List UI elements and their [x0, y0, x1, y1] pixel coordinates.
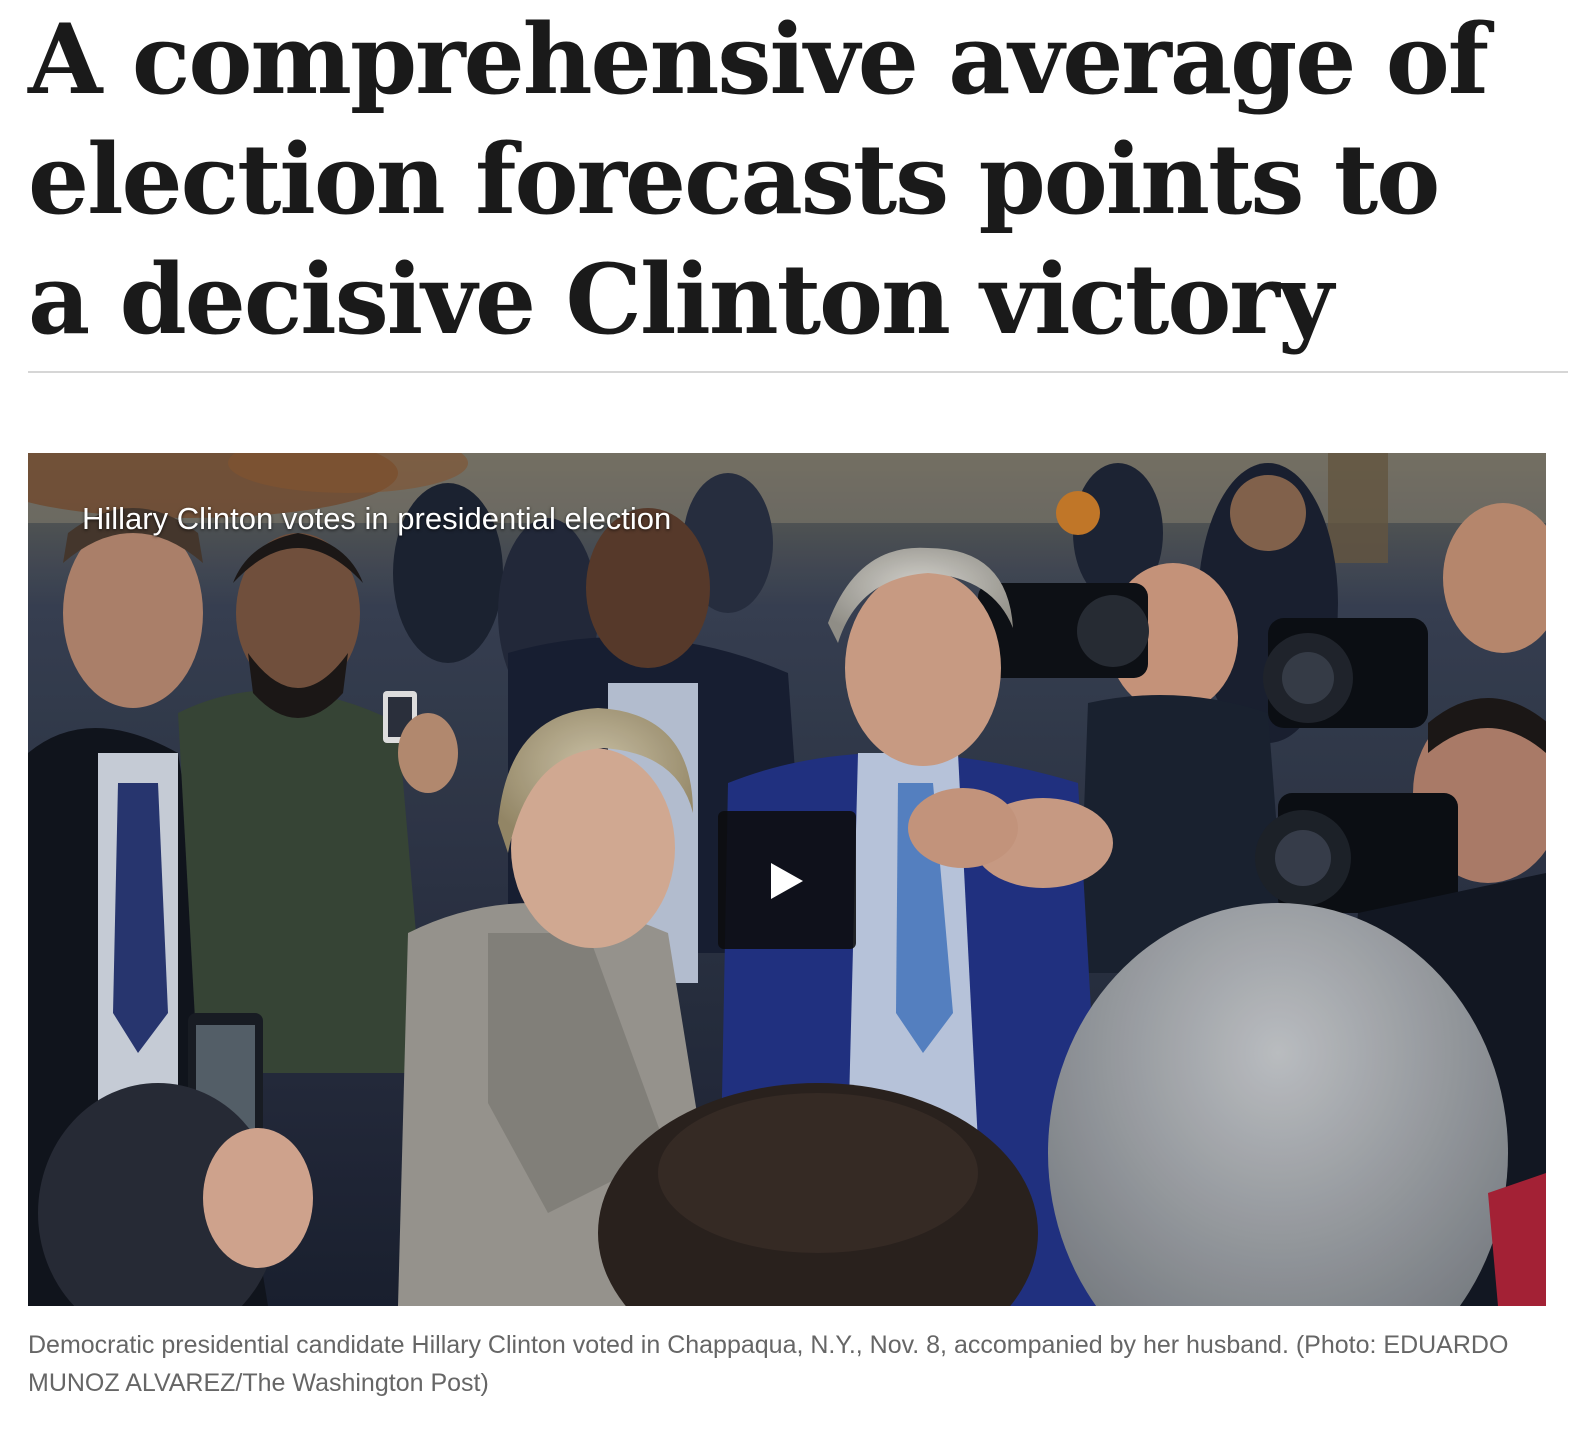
photo-caption: Democratic presidential candidate Hillar… — [28, 1331, 1509, 1397]
headline-divider — [28, 371, 1568, 373]
play-button[interactable] — [718, 811, 856, 949]
video-player[interactable]: Hillary Clinton votes in presidential el… — [28, 453, 1546, 1306]
article-headline: A comprehensive average of election fore… — [28, 3, 1489, 356]
play-icon — [771, 863, 803, 899]
video-title: Hillary Clinton votes in presidential el… — [82, 501, 672, 536]
